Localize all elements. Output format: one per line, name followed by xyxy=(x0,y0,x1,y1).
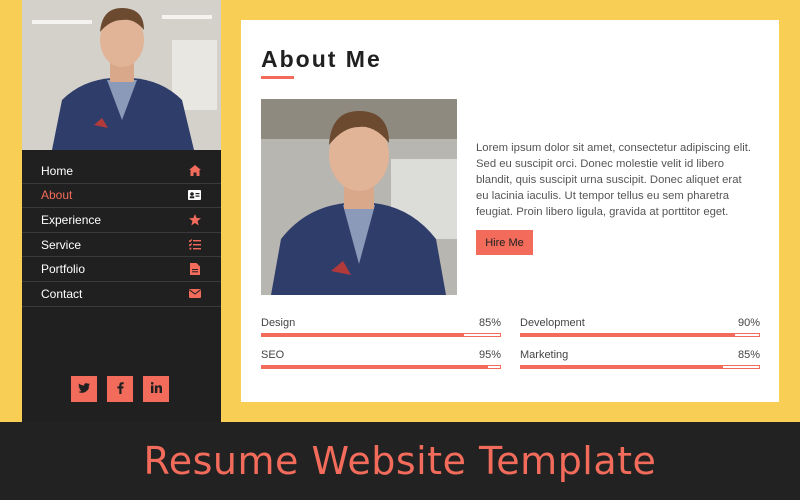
hire-me-button[interactable]: Hire Me xyxy=(476,230,533,255)
skill-progress-bar xyxy=(261,365,501,369)
sidebar-item-label: Home xyxy=(41,163,74,178)
profile-photo xyxy=(22,0,221,150)
skill-percent: 85% xyxy=(478,317,501,329)
skill-percent: 95% xyxy=(478,349,501,361)
skill-progress-fill xyxy=(262,366,489,368)
skill-progress-fill xyxy=(521,366,724,368)
facebook-button[interactable] xyxy=(107,376,133,402)
skill-seo: SEO 95% xyxy=(261,349,501,369)
sidebar-item-about[interactable]: About xyxy=(22,184,221,209)
file-icon xyxy=(188,263,201,276)
envelope-icon xyxy=(188,287,201,300)
skill-progress-bar xyxy=(520,365,760,369)
skill-design: Design 85% xyxy=(261,317,501,337)
skill-progress-fill xyxy=(521,334,736,336)
skill-percent: 90% xyxy=(737,317,760,329)
about-photo xyxy=(261,99,457,295)
sidebar-item-contact[interactable]: Contact xyxy=(22,282,221,307)
skill-progress-bar xyxy=(520,333,760,337)
sidebar: Home About Experience Service Portfolio xyxy=(22,0,221,422)
skill-progress-fill xyxy=(262,334,465,336)
footer-banner: Resume Website Template xyxy=(0,422,800,500)
list-check-icon xyxy=(188,238,201,251)
star-icon xyxy=(188,213,201,226)
sidebar-item-label: Experience xyxy=(41,212,102,227)
skill-progress-bar xyxy=(261,333,501,337)
twitter-icon xyxy=(78,382,90,396)
sidebar-item-label: About xyxy=(41,188,73,203)
about-card: About Me Lorem ipsum dolor sit amet, con… xyxy=(241,20,779,402)
skill-name: Marketing xyxy=(520,349,569,361)
bio-text: Lorem ipsum dolor sit amet, consectetur … xyxy=(476,142,752,218)
linkedin-button[interactable] xyxy=(143,376,169,402)
title-underline xyxy=(261,76,294,79)
social-links xyxy=(71,376,169,402)
id-card-icon xyxy=(188,189,201,202)
skill-marketing: Marketing 85% xyxy=(520,349,760,369)
sidebar-item-experience[interactable]: Experience xyxy=(22,208,221,233)
skill-name: Development xyxy=(520,317,585,329)
sidebar-item-label: Service xyxy=(41,237,82,252)
facebook-icon xyxy=(116,381,124,397)
skill-development: Development 90% xyxy=(520,317,760,337)
twitter-button[interactable] xyxy=(71,376,97,402)
sidebar-item-service[interactable]: Service xyxy=(22,233,221,258)
skill-percent: 85% xyxy=(737,349,760,361)
skill-name: SEO xyxy=(261,349,285,361)
sidebar-nav: Home About Experience Service Portfolio xyxy=(22,159,221,307)
page-title: About Me xyxy=(261,46,382,72)
sidebar-item-portfolio[interactable]: Portfolio xyxy=(22,257,221,282)
linkedin-icon xyxy=(150,382,162,396)
footer-title: Resume Website Template xyxy=(143,439,657,483)
sidebar-item-home[interactable]: Home xyxy=(22,159,221,184)
skill-name: Design xyxy=(261,317,296,329)
home-icon xyxy=(188,164,201,177)
sidebar-item-label: Portfolio xyxy=(41,262,86,277)
sidebar-item-label: Contact xyxy=(41,286,83,301)
